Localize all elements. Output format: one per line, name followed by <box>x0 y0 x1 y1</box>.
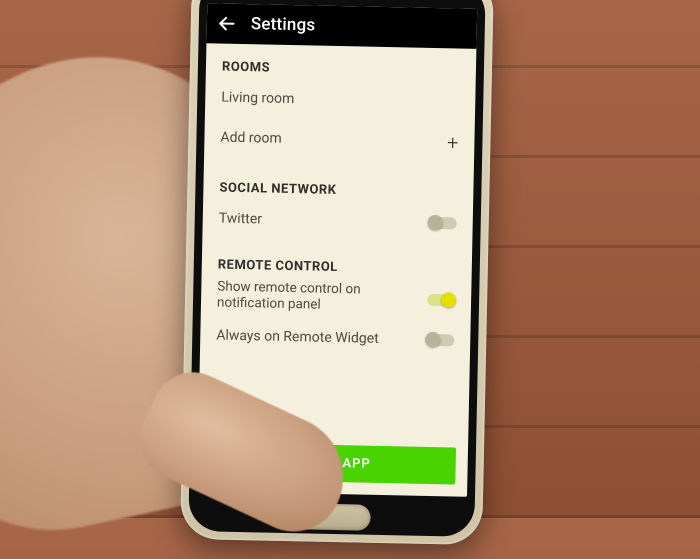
section-header-rooms: ROOMS <box>222 60 460 80</box>
twitter-label: Twitter <box>219 210 263 228</box>
section-header-remote: REMOTE CONTROL <box>218 258 456 278</box>
settings-list: ROOMS Living room Add room + SOCIAL NETW… <box>198 43 476 438</box>
room-row-living-room[interactable]: Living room <box>221 81 460 120</box>
always-remote-label: Always on Remote Widget <box>216 327 379 347</box>
room-label: Living room <box>221 89 294 107</box>
add-room-label: Add room <box>220 129 282 147</box>
show-remote-toggle[interactable] <box>427 294 455 307</box>
show-remote-row[interactable]: Show remote control on notification pane… <box>217 279 456 318</box>
twitter-toggle[interactable] <box>429 217 457 230</box>
always-remote-toggle[interactable] <box>426 334 454 347</box>
always-remote-row[interactable]: Always on Remote Widget <box>216 320 455 355</box>
appbar-title: Settings <box>251 14 316 35</box>
plus-icon: + <box>447 132 459 152</box>
twitter-row[interactable]: Twitter <box>218 202 457 241</box>
add-room-row[interactable]: Add room + <box>220 121 459 160</box>
section-header-social: SOCIAL NETWORK <box>219 181 457 201</box>
show-remote-label: Show remote control on notification pane… <box>217 280 388 315</box>
app-bar: Settings <box>206 3 477 49</box>
back-arrow-icon[interactable] <box>217 13 237 33</box>
